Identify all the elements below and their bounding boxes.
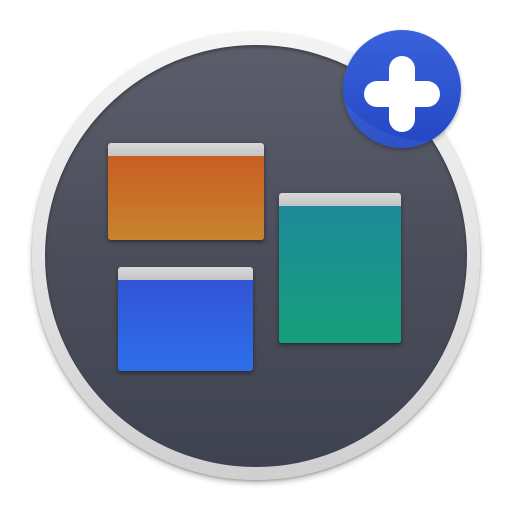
plus-icon [343,56,461,148]
teal-window-icon [279,193,401,343]
window-title-bar [279,193,401,206]
window-body [279,206,401,343]
window-body [108,156,264,240]
blue-window-icon [118,267,253,371]
orange-window-icon [108,143,264,240]
window-body [118,280,253,371]
app-icon [0,0,512,512]
window-title-bar [108,143,264,156]
window-title-bar [118,267,253,280]
plus-badge [343,30,461,148]
